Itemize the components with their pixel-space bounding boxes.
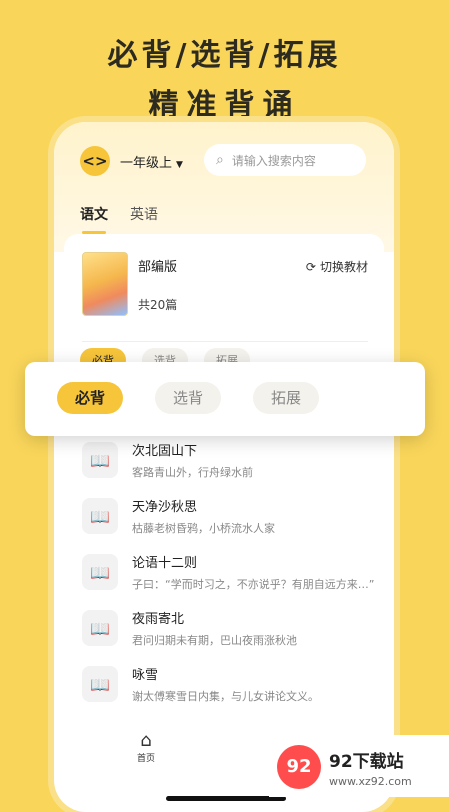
lesson-count: 共20篇 <box>138 298 178 312</box>
watermark-logo: 92 <box>277 745 321 789</box>
tab-english[interactable]: 英语 <box>130 204 158 224</box>
home-icon: ⌂ <box>140 730 152 751</box>
watermark: 92 92下载站 www.xz92.com <box>269 735 449 797</box>
tab-optional[interactable]: 选背 <box>155 382 221 414</box>
tab-chinese[interactable]: 语文 <box>80 204 108 234</box>
lesson-item[interactable]: 📖 咏雪 谢太傅寒雪日内集，与儿女讲论文义。 <box>82 662 382 710</box>
grade-label: 一年级上 <box>120 156 173 171</box>
book-icon: 📖 <box>82 610 118 646</box>
phone-frame: <> 一年级上 ▼ ⌕ 请输入搜索内容 语文 英语 部编版 共20篇 ⟳ 切换教材 … <box>54 122 394 812</box>
category-tabs-zoom: 必背 选背 拓展 <box>25 362 425 436</box>
watermark-name: 92下载站 <box>329 752 404 772</box>
lesson-item[interactable]: 📖 天净沙秋思 枯藤老树昏鸦，小桥流水人家 <box>82 494 382 542</box>
lesson-subtitle: 谢太傅寒雪日内集，与儿女讲论文义。 <box>132 690 319 703</box>
tab-extended[interactable]: 拓展 <box>253 382 319 414</box>
textbook-cover-image <box>82 252 128 316</box>
divider <box>82 341 368 342</box>
textbook-card: 部编版 共20篇 ⟳ 切换教材 <box>64 234 384 342</box>
lesson-subtitle: 子曰：“学而时习之，不亦说乎？有朋自远方来…” <box>132 578 375 591</box>
search-icon: ⌕ <box>216 152 224 168</box>
caret-down-icon: ▼ <box>176 160 183 170</box>
lesson-title: 咏雪 <box>132 668 159 683</box>
back-button[interactable]: <> <box>80 146 110 176</box>
book-icon: 📖 <box>82 442 118 478</box>
nav-home[interactable]: ⌂ 首页 <box>134 730 158 764</box>
switch-textbook-button[interactable]: ⟳ 切换教材 <box>306 258 368 275</box>
lesson-title: 天净沙秋思 <box>132 500 198 515</box>
search-input[interactable]: ⌕ 请输入搜索内容 <box>204 144 366 176</box>
lesson-title: 论语十二则 <box>132 556 198 571</box>
language-tabs: 语文 英语 <box>80 204 158 234</box>
switch-label: 切换教材 <box>319 260 368 274</box>
nav-home-label: 首页 <box>136 754 155 764</box>
lesson-subtitle: 枯藤老树昏鸦，小桥流水人家 <box>132 522 275 535</box>
lesson-item[interactable]: 📖 次北固山下 客路青山外，行舟绿水前 <box>82 438 382 486</box>
book-icon: 📖 <box>82 498 118 534</box>
lesson-title: 次北固山下 <box>132 444 198 459</box>
code-brackets-icon: <> <box>82 152 108 170</box>
textbook-edition: 部编版 <box>138 260 178 275</box>
search-placeholder: 请输入搜索内容 <box>231 153 316 168</box>
lesson-item[interactable]: 📖 夜雨寄北 君问归期未有期，巴山夜雨涨秋池 <box>82 606 382 654</box>
lesson-item[interactable]: 📖 论语十二则 子曰：“学而时习之，不亦说乎？有朋自远方来…” <box>82 550 382 598</box>
refresh-icon: ⟳ <box>305 260 316 274</box>
lesson-title: 夜雨寄北 <box>132 612 185 627</box>
lesson-subtitle: 君问归期未有期，巴山夜雨涨秋池 <box>132 634 297 647</box>
book-icon: 📖 <box>82 666 118 702</box>
tab-required[interactable]: 必背 <box>57 382 123 414</box>
headline-line2: 精准背诵 <box>148 88 301 123</box>
lesson-subtitle: 客路青山外，行舟绿水前 <box>132 466 253 479</box>
book-icon: 📖 <box>82 554 118 590</box>
watermark-url: www.xz92.com <box>329 775 412 788</box>
grade-selector[interactable]: 一年级上 ▼ <box>120 152 183 171</box>
headline-line1: 必背/选背/拓展 <box>107 38 342 73</box>
